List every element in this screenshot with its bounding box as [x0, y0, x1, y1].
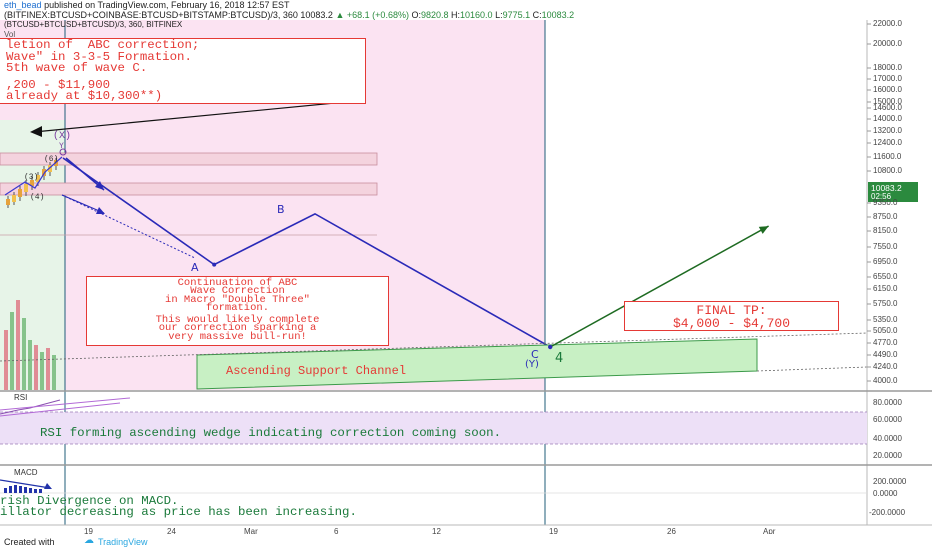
high-label: H:	[451, 10, 461, 20]
macd-tick-neg200: -200.0000	[869, 508, 906, 517]
tradingview-brand[interactable]: TradingView	[98, 537, 148, 547]
mid-annotation-box: Continuation of ABC Wave Correction in M…	[86, 276, 389, 346]
price-tick-label: 22000.0	[873, 19, 902, 28]
macd-label: MACD	[14, 468, 38, 477]
author-link[interactable]: eth_bead	[4, 0, 42, 10]
open-value: 9820.8	[420, 10, 449, 20]
point-c-marker	[548, 344, 553, 350]
white-chart-region	[545, 20, 867, 390]
price-tick-label: 10800.0	[873, 166, 902, 175]
channel-label: Ascending Support Channel	[226, 364, 407, 378]
open-label: O:	[411, 10, 421, 20]
bar-countdown: 02:56	[871, 192, 892, 201]
footer: Created with ☁ TradingView	[0, 534, 932, 550]
price-tick-label: 14000.0	[873, 114, 902, 123]
close-value: 10083.2	[541, 10, 575, 20]
price-tick-label: 12400.0	[873, 138, 902, 147]
wave-label-b: B	[277, 203, 285, 216]
symbol-short: (BTCUSD+BTCUSD+BTCUSD)/3, 360, BITFINEX	[4, 20, 183, 29]
price-tick-label: 5750.0	[873, 299, 898, 308]
price-tick-label: 18000.0	[873, 63, 902, 72]
rsi-tick-40: 40.0000	[873, 434, 902, 443]
symbol-formula: (BITFINEX:BTCUSD+COINBASE:BTCUSD+BITSTAM…	[4, 10, 298, 20]
top-annotation-box: letion of ABC correction; Wave" in 3-3-5…	[0, 38, 366, 104]
rsi-tick-20: 20.0000	[873, 451, 902, 460]
tp-range: $4,000 - $4,700	[672, 316, 791, 331]
macd-tick-0: 0.0000	[873, 489, 898, 498]
price-tick-label: 4000.0	[873, 376, 898, 385]
wave-label-y: (Y)	[525, 359, 539, 370]
mid-box-line-8: very massive bull-run!	[168, 330, 307, 343]
price-tick-label: 4770.0	[873, 338, 898, 347]
wave-label-x: (X)	[53, 131, 72, 142]
price-tick-label: 8150.0	[873, 226, 898, 235]
rsi-tick-60: 60.0000	[873, 415, 902, 424]
last-price: 10083.2	[300, 10, 333, 20]
symbol-line: (BITFINEX:BTCUSD+COINBASE:BTCUSD+BITSTAM…	[4, 10, 574, 20]
price-tick-label: 6150.0	[873, 284, 898, 293]
top-box-line-3: 5th wave of wave C.	[6, 61, 148, 75]
change-value: +68.1 (+0.68%)	[346, 10, 409, 20]
macd-divergence-arrowhead	[44, 483, 52, 489]
price-tick-label: 7550.0	[873, 242, 898, 251]
price-tick-label: 6550.0	[873, 272, 898, 281]
macd-tick-200: 200.0000	[873, 477, 907, 486]
price-tick-label: 11600.0	[873, 152, 902, 161]
rsi-tick-80: 80.0000	[873, 398, 902, 407]
macd-divergence-line	[0, 479, 51, 489]
rsi-annotation: RSI forming ascending wedge indicating c…	[40, 426, 502, 440]
resistance-zone-2	[0, 182, 378, 196]
rsi-label: RSI	[14, 393, 28, 402]
wave-label-4: (4)	[30, 193, 45, 202]
tradingview-logo-icon: ☁	[84, 535, 94, 546]
low-value: 9775.1	[502, 10, 531, 20]
price-tick-label: 16000.0	[873, 85, 902, 94]
wave-label-four: 4	[555, 351, 564, 366]
close-label: C:	[532, 10, 542, 20]
price-tick-label: 8750.0	[873, 212, 898, 221]
created-with-text: Created with	[4, 537, 55, 547]
top-box-line-6: already at $10,300**)	[6, 89, 163, 103]
low-label: L:	[495, 10, 503, 20]
published-text: published on TradingView.com, February 1…	[44, 0, 290, 10]
publish-line: eth_bead published on TradingView.com, F…	[4, 0, 290, 10]
price-tick-label: 4490.0	[873, 350, 898, 359]
wave-label-3: (3)	[24, 173, 39, 182]
price-tick-label: 13200.0	[873, 126, 902, 135]
price-tick-label: 20000.0	[873, 39, 902, 48]
price-tick-label: 5350.0	[873, 315, 898, 324]
price-tick-label: 5050.0	[873, 326, 898, 335]
price-tick-label: 4240.0	[873, 362, 898, 371]
mid-box-line-4: formation.	[205, 301, 269, 314]
point-a-marker	[212, 262, 217, 267]
high-value: 10160.0	[460, 10, 493, 20]
wave-label-6: (6)	[44, 155, 59, 164]
price-tick-label: 17000.0	[873, 74, 902, 83]
final-tp-box: FINAL TP: $4,000 - $4,700	[624, 301, 839, 331]
wave-label-y-small: Y	[59, 142, 64, 151]
price-tick-label: 6950.0	[873, 257, 898, 266]
price-tick-label: 14600.0	[873, 103, 902, 112]
wave-label-a: A	[191, 261, 199, 274]
change-arrow-icon: ▲	[335, 10, 345, 20]
macd-annotation-2: illator decreasing as price has been inc…	[0, 505, 357, 519]
